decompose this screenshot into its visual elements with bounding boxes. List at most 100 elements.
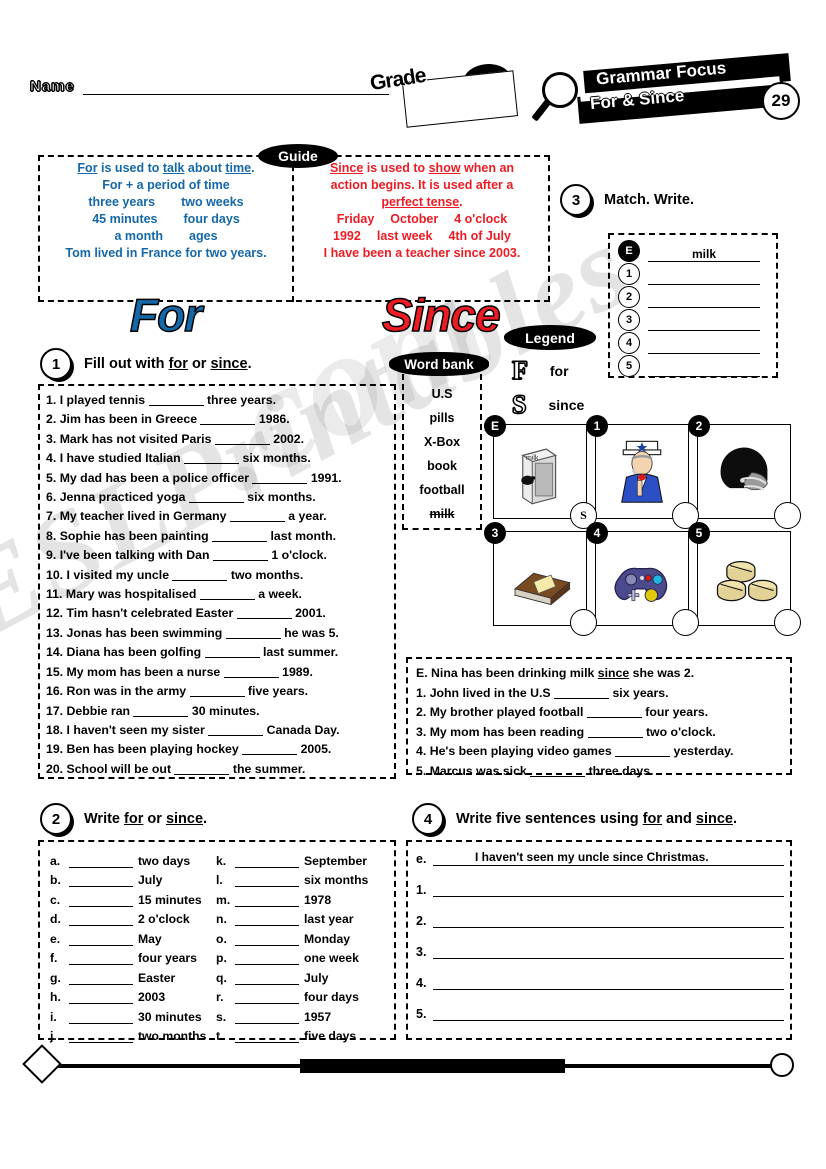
match-row-answer-line[interactable] xyxy=(648,293,760,308)
guide-since-ex-1: Friday xyxy=(336,212,375,226)
exercise-4-row-line[interactable] xyxy=(433,974,784,990)
exercise-2-item-blank[interactable] xyxy=(235,951,299,965)
word-bank-item[interactable]: X-Box xyxy=(404,430,480,454)
exercise-3-sentence-number: 2. xyxy=(416,705,430,719)
exercise-1-item-blank[interactable] xyxy=(200,412,256,426)
exercise-2-item-blank[interactable] xyxy=(69,971,133,985)
exercise-2-item-blank[interactable] xyxy=(69,873,133,887)
exercise-1-item-blank[interactable] xyxy=(204,645,260,659)
exercise-1-item-blank[interactable] xyxy=(252,471,308,484)
word-bank-item[interactable]: pills xyxy=(404,406,480,430)
exercise-1-item: 7. My teacher lived in Germany a year. xyxy=(46,507,388,526)
exercise-2-item-blank[interactable] xyxy=(235,990,299,1004)
picture-card-answer-circle[interactable] xyxy=(672,609,699,636)
picture-card-answer-circle[interactable] xyxy=(774,609,801,636)
picture-card-tag: E xyxy=(484,415,506,437)
name-input-line[interactable] xyxy=(82,80,389,95)
football-helmet-icon xyxy=(701,432,787,510)
exercise-1-item-blank[interactable] xyxy=(174,762,230,775)
exercise-1-item-blank[interactable] xyxy=(229,509,285,523)
word-bank-item[interactable]: football xyxy=(404,478,480,502)
match-row-answer-line[interactable] xyxy=(648,316,760,331)
exercise-1-item: 10. I visited my uncle two months. xyxy=(46,566,388,585)
exercise-1-item-blank[interactable] xyxy=(189,684,245,698)
guide-label-text: Guide xyxy=(278,148,318,164)
exercise-2-item: b. July xyxy=(50,868,206,887)
exercise-2-item-key: m. xyxy=(216,892,231,907)
guide-for-line3: three years two weeks xyxy=(44,194,288,211)
exercise-1-item-blank[interactable] xyxy=(214,432,270,445)
exercise-2-item-blank[interactable] xyxy=(235,893,299,907)
exercise-3-sentence-blank[interactable] xyxy=(586,705,642,718)
exercise-2-item-blank[interactable] xyxy=(69,1029,133,1043)
exercise-4-row-line[interactable] xyxy=(433,881,784,897)
exercise-2-item-blank[interactable] xyxy=(235,854,299,868)
exercise-1-item-blank[interactable] xyxy=(236,606,292,620)
exercise-1-item: 1. I played tennis three years. xyxy=(46,391,388,410)
exercise-2-item-blank[interactable] xyxy=(235,932,299,946)
word-bank-item[interactable]: U.S xyxy=(404,382,480,406)
exercise-1-header: 1 Fill out with for or since. xyxy=(40,348,252,380)
exercise-4-row-line[interactable] xyxy=(433,943,784,959)
exercise-4-row-line[interactable]: I haven't seen my uncle since Christmas. xyxy=(433,850,784,866)
exercise-4-title-b: and xyxy=(662,811,696,827)
exercise-1-item-blank[interactable] xyxy=(242,742,298,756)
exercise-1-item-blank[interactable] xyxy=(212,529,268,542)
exercise-2-item-blank[interactable] xyxy=(69,854,133,868)
exercise-1-item-blank[interactable] xyxy=(208,723,264,736)
match-row-answer-line[interactable] xyxy=(648,339,760,354)
match-row-answer-line[interactable]: milk xyxy=(648,247,760,262)
picture-card-answer-circle[interactable] xyxy=(570,609,597,636)
exercise-2-item-blank[interactable] xyxy=(235,971,299,985)
exercise-2-item: a. two days xyxy=(50,848,206,868)
exercise-1-item-blank[interactable] xyxy=(223,665,279,678)
exercise-2-item-blank[interactable] xyxy=(235,1010,299,1024)
picture-card-answer-circle[interactable] xyxy=(774,502,801,529)
exercise-4-row: 1. xyxy=(416,881,784,897)
exercise-3-sentence-blank[interactable] xyxy=(615,744,671,757)
exercise-3-sentence-blank[interactable] xyxy=(554,686,610,699)
match-row-answer-line[interactable] xyxy=(648,362,760,377)
word-bank-item[interactable]: book xyxy=(404,454,480,478)
exercise-1-item-blank[interactable] xyxy=(225,626,281,639)
exercise-1-item-blank[interactable] xyxy=(199,587,255,601)
exercise-1-item-suffix: 1986. xyxy=(255,412,290,427)
exercise-2-item-blank[interactable] xyxy=(69,1010,133,1024)
exercise-2-item: f. four years xyxy=(50,946,206,965)
exercise-1-item-blank[interactable] xyxy=(212,548,268,562)
exercise-3-sentence-blank[interactable] xyxy=(587,725,643,738)
exercise-1-item-blank[interactable] xyxy=(184,451,240,465)
exercise-2-item-value: four years xyxy=(138,951,197,965)
match-row-answer-line[interactable] xyxy=(648,270,760,285)
book-icon xyxy=(497,539,583,617)
exercise-1-item-blank[interactable] xyxy=(172,568,228,581)
exercise-4-box: e. I haven't seen my uncle since Christma… xyxy=(406,840,792,1040)
exercise-4-row-line[interactable] xyxy=(433,1005,784,1021)
exercise-3-sentence-prefix: He's been playing video games xyxy=(429,744,616,758)
exercise-1-item-number: 2. xyxy=(46,412,60,427)
exercise-2-item-blank[interactable] xyxy=(235,873,299,887)
exercise-2-item: c. 15 minutes xyxy=(50,887,206,907)
exercise-3-sentence-blank[interactable] xyxy=(530,764,586,777)
exercise-1-item-suffix: 2002. xyxy=(269,431,305,446)
exercise-2-item-blank[interactable] xyxy=(235,1029,299,1043)
guide-for-example: Tom lived in France for two years. xyxy=(65,246,267,260)
exercise-1-item: 16. Ron was in the army five years. xyxy=(46,682,388,701)
exercise-4-row-line[interactable] xyxy=(433,912,784,928)
exercise-3-title: Match. Write. xyxy=(604,192,694,208)
exercise-2-item-blank[interactable] xyxy=(69,893,133,907)
exercise-2-item-blank[interactable] xyxy=(69,951,133,965)
game-controller-icon xyxy=(599,539,685,617)
exercise-2-item-blank[interactable] xyxy=(69,990,133,1004)
guide-for-column: For is used to talk about time. For + a … xyxy=(44,160,288,262)
exercise-2-item-key: s. xyxy=(216,1009,227,1024)
exercise-1-item-blank[interactable] xyxy=(148,393,204,406)
guide-since-ex-3: 4 o'clock xyxy=(454,212,508,226)
exercise-2-item-blank[interactable] xyxy=(69,912,133,926)
exercise-1-item-blank[interactable] xyxy=(133,704,189,717)
word-bank-item[interactable]: milk xyxy=(404,502,480,526)
guide-since-line1-c: show xyxy=(428,161,461,175)
exercise-2-item-blank[interactable] xyxy=(235,912,299,926)
exercise-2-item-blank[interactable] xyxy=(69,932,133,946)
exercise-1-item-blank[interactable] xyxy=(188,490,244,504)
